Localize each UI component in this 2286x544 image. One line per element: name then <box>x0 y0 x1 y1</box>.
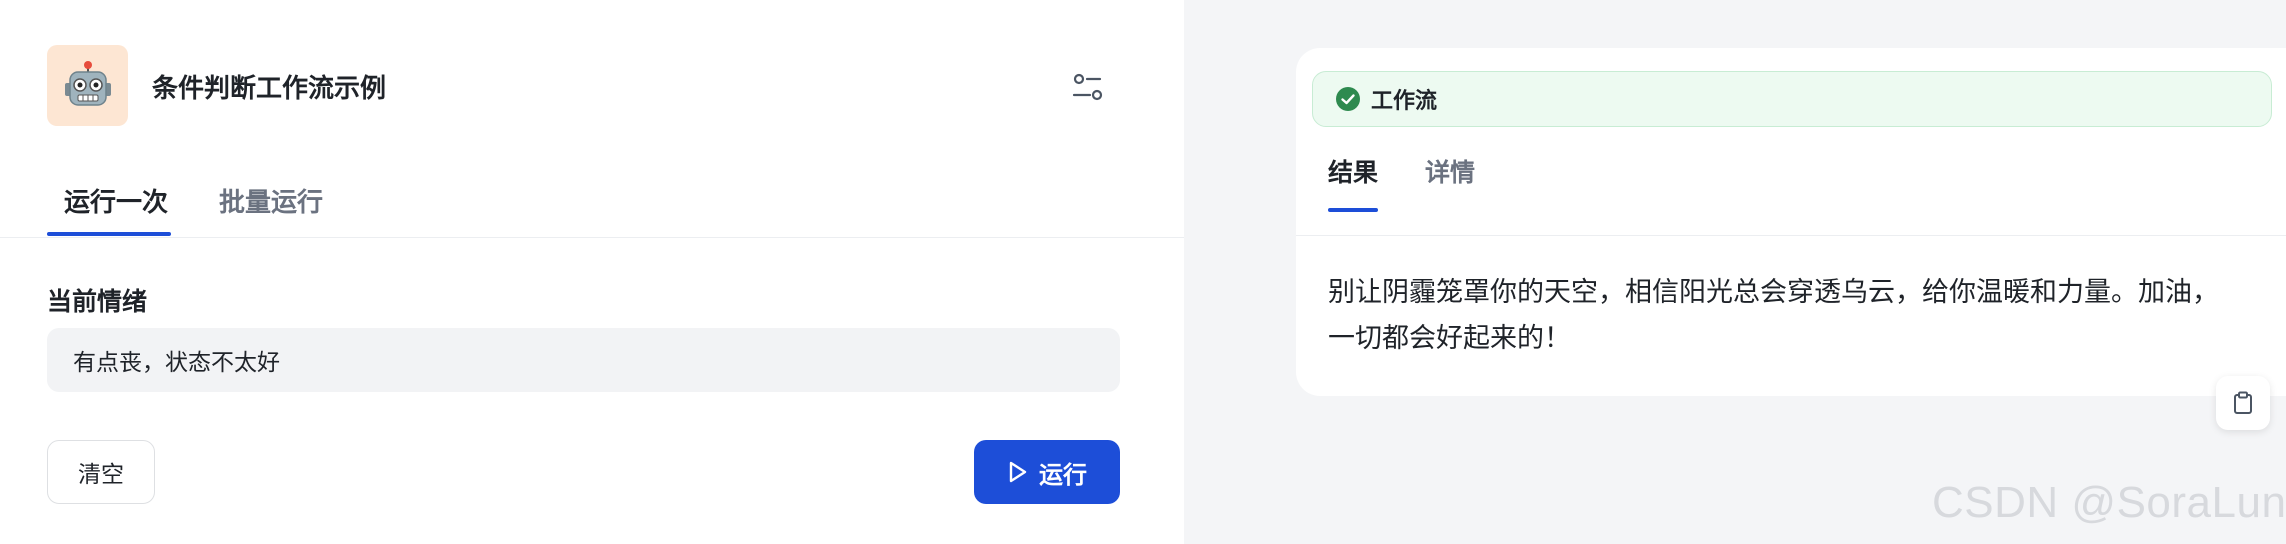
app-avatar <box>47 45 128 126</box>
run-button[interactable]: 运行 <box>974 440 1120 504</box>
clear-button-label: 清空 <box>78 462 124 488</box>
tab-batch-run[interactable]: 批量运行 <box>219 182 323 219</box>
run-button-label: 运行 <box>1039 460 1087 489</box>
app-title: 条件判断工作流示例 <box>152 74 387 104</box>
clear-button[interactable]: 清空 <box>47 440 155 504</box>
copy-button[interactable] <box>2216 376 2270 430</box>
clipboard-icon <box>2234 391 2252 414</box>
sliders-icon <box>1072 73 1103 101</box>
mood-input[interactable] <box>47 328 1120 392</box>
result-output-text: 别让阴霾笼罩你的天空，相信阳光总会穿透乌云，给你温暖和力量。加油，一切都会好起来… <box>1328 277 2219 354</box>
tab-result[interactable]: 结果 <box>1328 153 1378 189</box>
settings-button[interactable] <box>1068 68 1108 108</box>
run-panel: 条件判断工作流示例 运行一次 批量运行 当前情绪 清空 运行 <box>0 0 1184 544</box>
robot-icon <box>64 60 111 106</box>
tab-run-once[interactable]: 运行一次 <box>64 182 168 219</box>
play-icon <box>1009 461 1027 483</box>
check-circle-icon <box>1336 87 1360 111</box>
result-tabs-divider <box>1296 235 2286 236</box>
workflow-status-label: 工作流 <box>1371 89 1438 114</box>
result-tab-indicator <box>1328 208 1378 212</box>
mood-field-label: 当前情绪 <box>47 287 148 316</box>
watermark: CSDN @SoraLuna <box>1932 478 2286 527</box>
active-tab-indicator <box>47 232 171 236</box>
tabs-divider <box>0 237 1184 238</box>
workflow-status-bar: 工作流 <box>1312 71 2272 127</box>
tab-detail[interactable]: 详情 <box>1425 153 1475 189</box>
